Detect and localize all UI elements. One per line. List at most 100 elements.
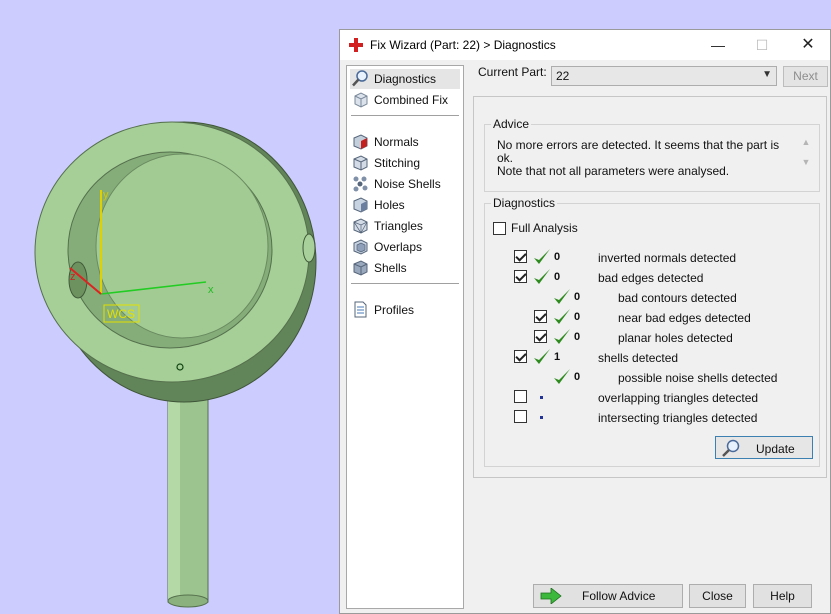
- nav-item-triangles[interactable]: Triangles: [350, 216, 460, 236]
- advice-text: No more errors are detected. It seems th…: [497, 138, 780, 178]
- diag-count: 0: [574, 331, 581, 343]
- diagnostics-group: Diagnostics Full Analysis 0 inverted nor…: [484, 196, 820, 467]
- diag-checkbox[interactable]: [534, 330, 547, 343]
- diag-count: 0: [554, 271, 561, 283]
- diag-row-inverted-normals: 0 inverted normals detected: [485, 248, 815, 266]
- current-part-label: Current Part:: [478, 65, 547, 79]
- diag-label: intersecting triangles detected: [598, 411, 758, 425]
- part-model: y x z WCS: [34, 121, 317, 608]
- nav-item-overlaps[interactable]: Overlaps: [350, 237, 460, 257]
- diag-row-near-bad-edges: 0 near bad edges detected: [485, 308, 815, 326]
- diag-row-planar-holes: 0 planar holes detected: [485, 328, 815, 346]
- red-cross-icon: [349, 38, 363, 52]
- diag-checkbox[interactable]: [534, 310, 547, 323]
- diag-count: 0: [574, 291, 581, 303]
- diag-count: 0: [574, 371, 581, 383]
- diagnostics-legend: Diagnostics: [491, 196, 558, 210]
- diag-count: 1: [554, 351, 561, 363]
- magnifier-icon: [722, 439, 740, 457]
- follow-advice-button[interactable]: Follow Advice: [533, 584, 683, 608]
- current-part-select[interactable]: 22 ▼: [551, 66, 777, 86]
- advice-scrollbar[interactable]: ▲ ▼: [799, 137, 813, 179]
- holes-cube-icon: [353, 197, 368, 213]
- diag-label: planar holes detected: [618, 331, 733, 345]
- nav-label-profiles: Profiles: [374, 303, 415, 317]
- nav-item-combined-fix[interactable]: Combined Fix: [350, 90, 460, 110]
- nav-label-triangles: Triangles: [374, 219, 423, 233]
- wcs-label: WCS: [107, 307, 135, 321]
- triangles-cube-icon: [353, 218, 368, 234]
- close-window-button[interactable]: ✕: [793, 33, 823, 57]
- cube-icon: [354, 92, 368, 108]
- diag-checkbox[interactable]: [514, 390, 527, 403]
- green-check-icon: [534, 249, 550, 264]
- maximize-button[interactable]: ☐: [747, 33, 777, 57]
- diag-label: possible noise shells detected: [618, 371, 778, 385]
- nav-item-profiles[interactable]: Profiles: [350, 300, 460, 320]
- wizard-nav-panel: Diagnostics Combined Fix Normals Stitchi…: [346, 65, 464, 609]
- noise-shells-icon: [353, 176, 368, 192]
- axis-y-label: y: [103, 189, 109, 201]
- next-button[interactable]: Next: [783, 66, 828, 87]
- diag-row-bad-edges: 0 bad edges detected: [485, 268, 815, 286]
- diag-row-overlapping-triangles: overlapping triangles detected: [485, 388, 815, 406]
- nav-label-normals: Normals: [374, 135, 419, 149]
- nav-item-normals[interactable]: Normals: [350, 132, 460, 152]
- update-button[interactable]: Update: [715, 436, 813, 459]
- dialog-title: Fix Wizard (Part: 22) > Diagnostics: [370, 38, 556, 52]
- green-check-icon: [554, 369, 570, 384]
- magnifier-icon: [352, 70, 368, 87]
- nav-item-shells[interactable]: Shells: [350, 258, 460, 278]
- follow-advice-label: Follow Advice: [582, 589, 656, 603]
- green-check-icon: [534, 349, 550, 364]
- nav-item-noise-shells[interactable]: Noise Shells: [350, 174, 460, 194]
- not-analysed-dot-icon: [540, 396, 543, 399]
- green-arrow-icon: [540, 588, 562, 604]
- nav-label-shells: Shells: [374, 261, 407, 275]
- diag-label: overlapping triangles detected: [598, 391, 759, 405]
- diag-row-shells: 1 shells detected: [485, 348, 815, 366]
- nav-label-combined-fix: Combined Fix: [374, 93, 449, 107]
- nav-label-diagnostics: Diagnostics: [374, 72, 437, 86]
- diag-count: 0: [554, 251, 561, 263]
- diag-label: near bad edges detected: [618, 311, 751, 325]
- document-icon: [354, 301, 367, 318]
- green-check-icon: [554, 289, 570, 304]
- current-part-value: 22: [556, 69, 570, 83]
- axis-z-label: z: [70, 271, 76, 283]
- advice-group: Advice No more errors are detected. It s…: [484, 117, 820, 192]
- help-button[interactable]: Help: [753, 584, 812, 608]
- full-analysis-checkbox[interactable]: [493, 222, 506, 235]
- advice-legend: Advice: [491, 117, 532, 131]
- full-analysis-label: Full Analysis: [511, 221, 578, 235]
- diag-checkbox[interactable]: [514, 350, 527, 363]
- nav-label-overlaps: Overlaps: [374, 240, 423, 254]
- green-check-icon: [554, 329, 570, 344]
- axis-x-label: x: [208, 284, 214, 296]
- diag-checkbox[interactable]: [514, 410, 527, 423]
- nav-divider: [351, 283, 459, 284]
- diag-label: inverted normals detected: [598, 251, 737, 265]
- nav-item-stitching[interactable]: Stitching: [350, 153, 460, 173]
- not-analysed-dot-icon: [540, 416, 543, 419]
- fix-wizard-dialog: Fix Wizard (Part: 22) > Diagnostics — ☐ …: [339, 29, 831, 614]
- nav-item-holes[interactable]: Holes: [350, 195, 460, 215]
- update-label: Update: [756, 442, 795, 456]
- diag-row-intersecting-triangles: intersecting triangles detected: [485, 408, 815, 426]
- overlaps-cube-icon: [353, 239, 368, 255]
- close-button[interactable]: Close: [689, 584, 746, 608]
- nav-label-stitching: Stitching: [374, 156, 421, 170]
- diag-checkbox[interactable]: [514, 270, 527, 283]
- 3d-viewport[interactable]: y x z WCS: [0, 0, 340, 614]
- nav-item-diagnostics[interactable]: Diagnostics: [350, 69, 460, 89]
- diag-row-noise-shells: 0 possible noise shells detected: [485, 368, 815, 386]
- minimize-button[interactable]: —: [703, 33, 733, 57]
- title-bar[interactable]: Fix Wizard (Part: 22) > Diagnostics — ☐ …: [340, 30, 830, 60]
- shells-cube-icon: [353, 260, 368, 276]
- diag-label: shells detected: [598, 351, 679, 365]
- diag-row-bad-contours: 0 bad contours detected: [485, 288, 815, 306]
- nav-label-noise-shells: Noise Shells: [374, 177, 441, 191]
- diag-checkbox[interactable]: [514, 250, 527, 263]
- nav-divider: [351, 115, 459, 116]
- diag-label: bad edges detected: [598, 271, 704, 285]
